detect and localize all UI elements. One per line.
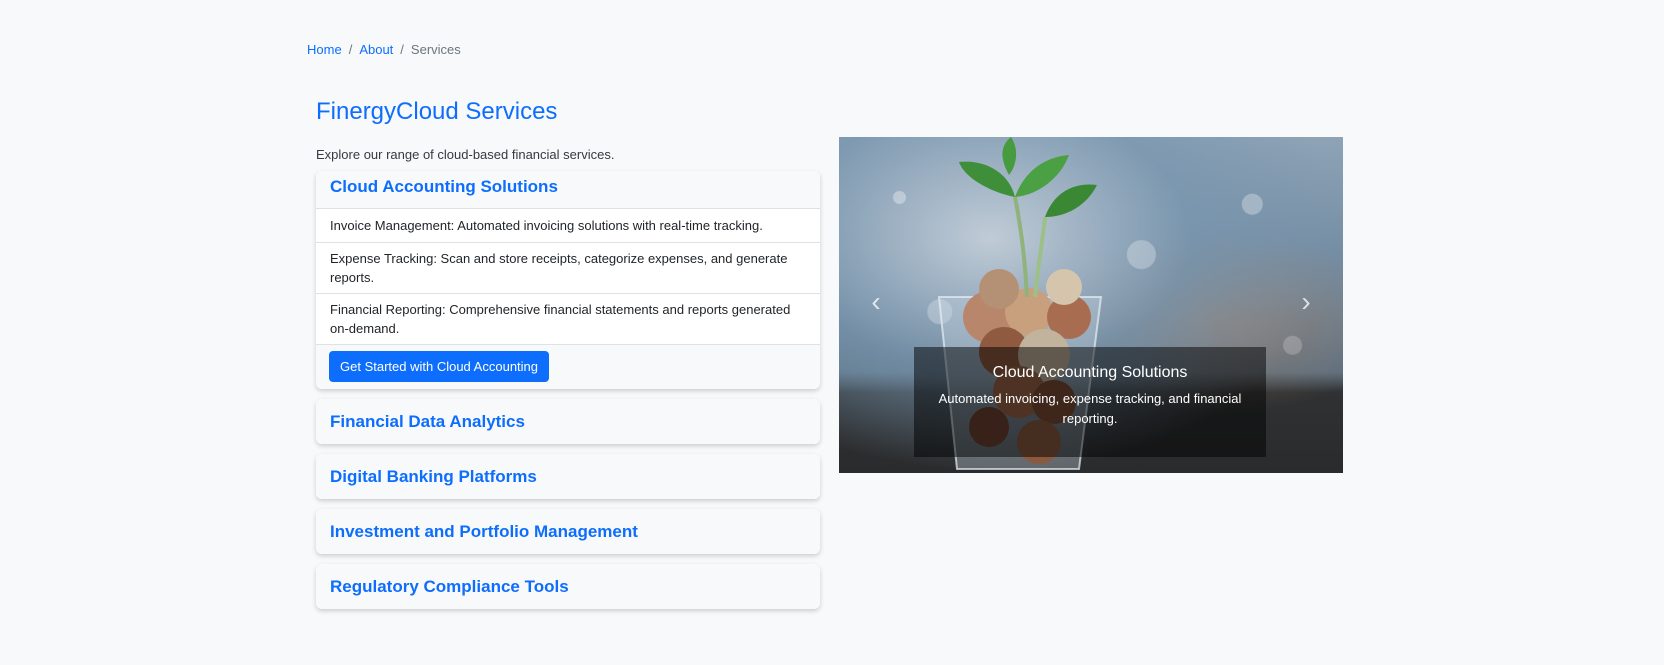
services-carousel: ‹ › Cloud Accounting Solutions Automated… <box>839 137 1343 473</box>
page-title: FinergyCloud Services <box>316 98 558 125</box>
accordion-item-regulatory-compliance: Regulatory Compliance Tools <box>316 564 820 609</box>
chevron-left-icon[interactable]: ‹ <box>861 287 891 317</box>
accordion-item-digital-banking: Digital Banking Platforms <box>316 454 820 499</box>
services-column: FinergyCloud Services Explore our range … <box>316 96 820 609</box>
chevron-right-icon[interactable]: › <box>1291 287 1321 317</box>
breadcrumb-home-link[interactable]: Home <box>307 42 342 57</box>
accordion-header-financial-data-analytics[interactable]: Financial Data Analytics <box>316 399 820 444</box>
accordion-header-regulatory-compliance[interactable]: Regulatory Compliance Tools <box>316 564 820 609</box>
card-footer: Get Started with Cloud Accounting <box>316 345 820 389</box>
carousel-caption-text: Automated invoicing, expense tracking, a… <box>938 391 1242 426</box>
get-started-cloud-accounting-button[interactable]: Get Started with Cloud Accounting <box>329 351 550 382</box>
accordion-item-financial-data-analytics: Financial Data Analytics <box>316 399 820 444</box>
list-item: Financial Reporting: Comprehensive finan… <box>316 294 820 345</box>
breadcrumb: Home / About / Services <box>307 42 461 57</box>
accordion-header-title: Investment and Portfolio Management <box>330 521 638 541</box>
carousel-caption-title: Cloud Accounting Solutions <box>992 364 1188 381</box>
list-item: Expense Tracking: Scan and store receipt… <box>316 243 820 294</box>
list-item: Invoice Management: Automated invoicing … <box>316 209 820 243</box>
breadcrumb-separator: / <box>400 42 404 57</box>
page-intro: Explore our range of cloud-based financi… <box>316 147 615 162</box>
accordion-header-cloud-accounting[interactable]: Cloud Accounting Solutions <box>316 171 820 209</box>
accordion-header-title: Digital Banking Platforms <box>330 466 537 486</box>
accordion-item-cloud-accounting: Cloud Accounting Solutions Invoice Manag… <box>316 171 820 389</box>
breadcrumb-separator: / <box>348 42 353 57</box>
accordion-header-title: Cloud Accounting Solutions <box>330 177 558 196</box>
accordion-header-title: Financial Data Analytics <box>330 411 525 431</box>
breadcrumb-current: Services <box>410 42 461 57</box>
breadcrumb-about-link[interactable]: About <box>359 42 393 57</box>
accordion-header-digital-banking[interactable]: Digital Banking Platforms <box>316 454 820 499</box>
accordion-item-investment-portfolio: Investment and Portfolio Management <box>316 509 820 554</box>
carousel-caption: Cloud Accounting Solutions Automated inv… <box>914 347 1266 457</box>
accordion-header-investment-portfolio[interactable]: Investment and Portfolio Management <box>316 509 820 554</box>
accordion-header-title: Regulatory Compliance Tools <box>330 576 569 596</box>
